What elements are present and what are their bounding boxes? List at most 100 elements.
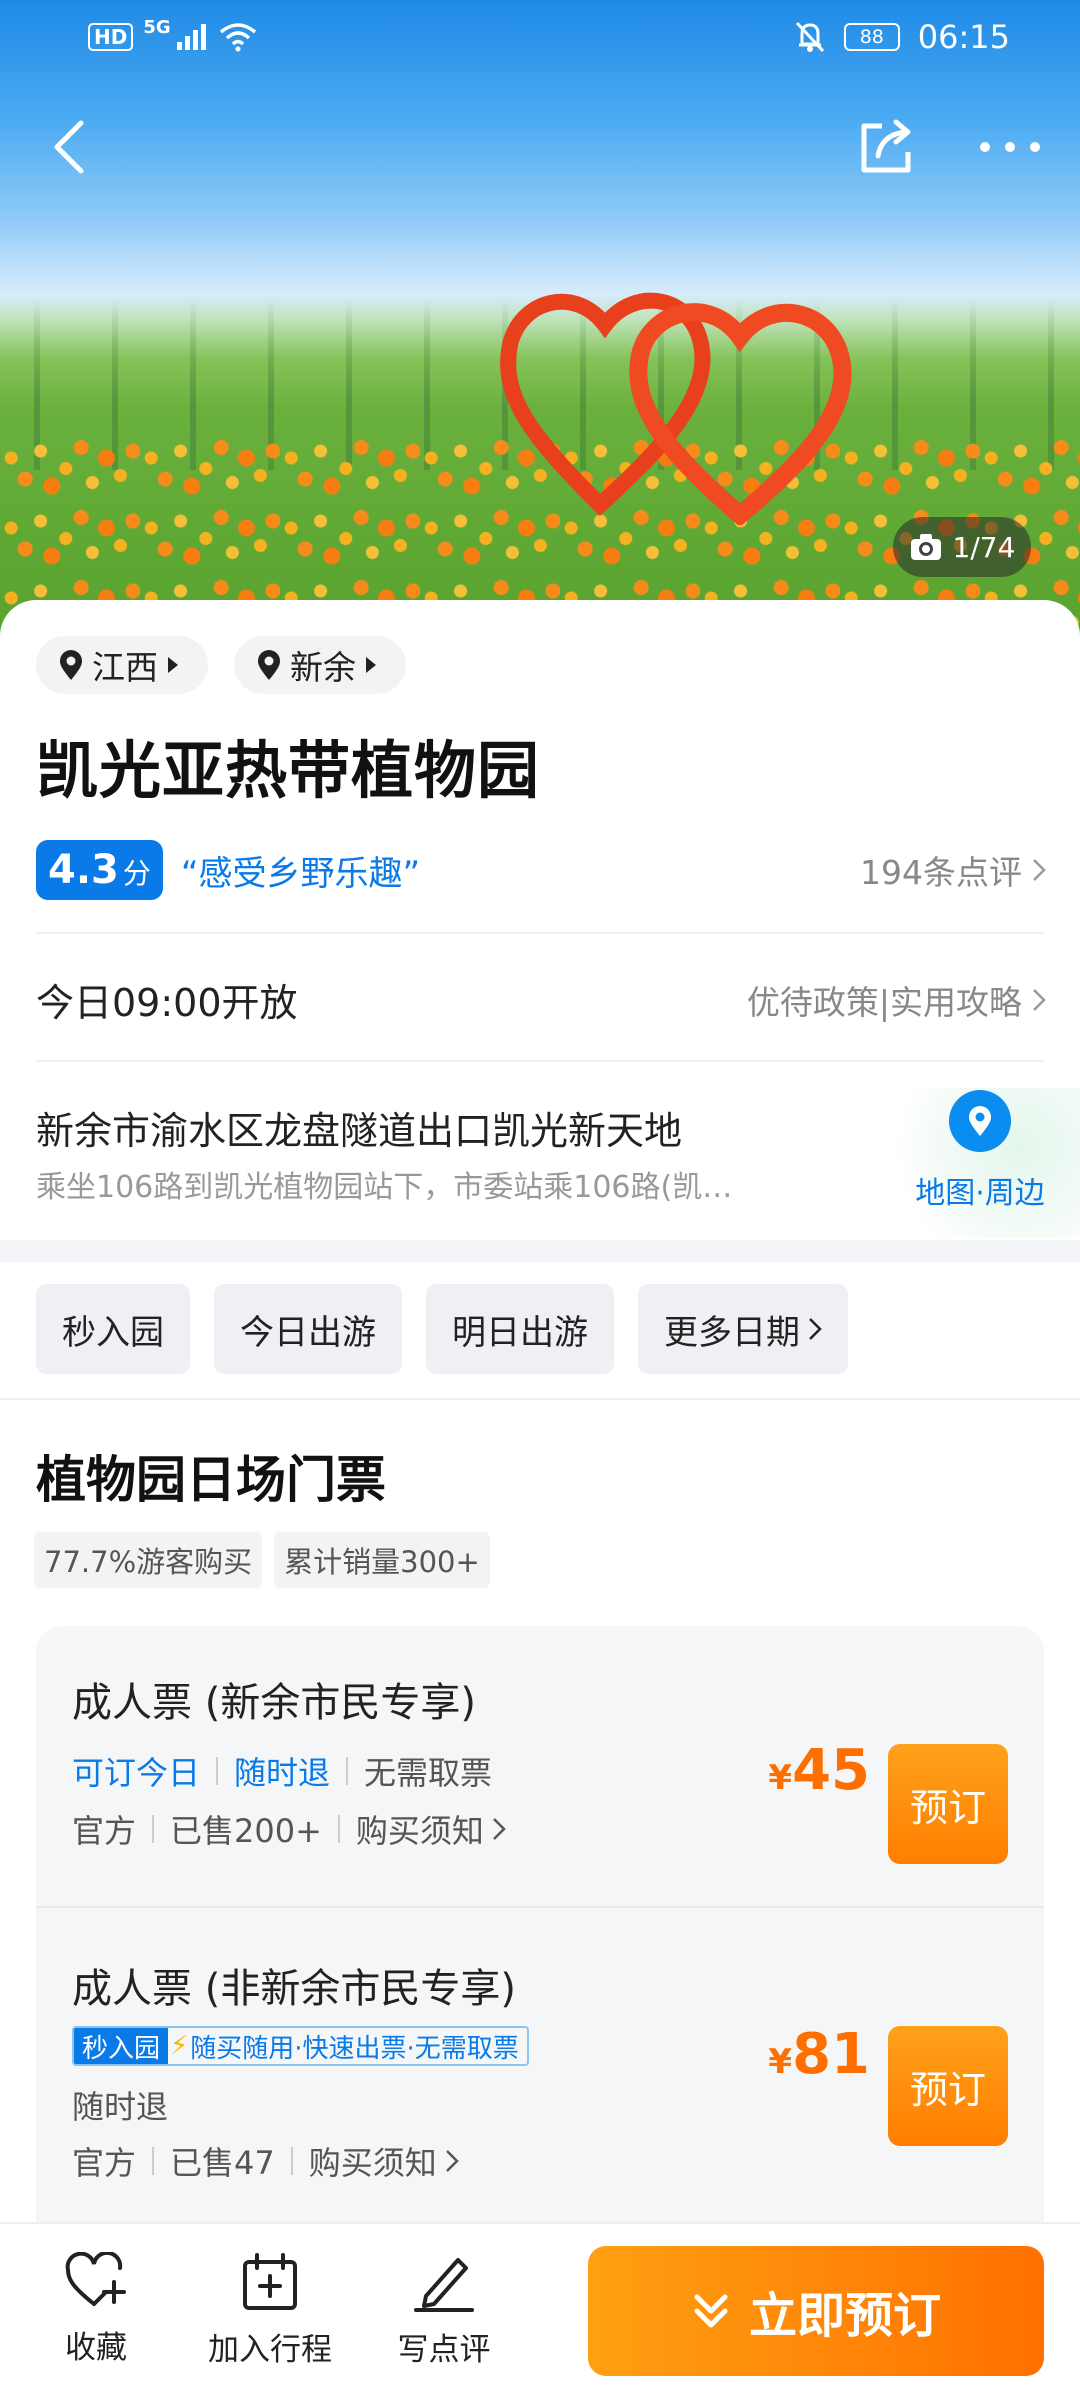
add-trip-label: 加入行程 <box>208 2332 332 2368</box>
ticket-name: 成人票 (非新余市民专享) <box>72 1966 516 2012</box>
feature-refund: 随时退 <box>234 1754 331 1792</box>
section-gap <box>0 1240 1080 1262</box>
separator <box>152 2147 155 2175</box>
map-nearby-button[interactable]: 地图·周边 <box>880 1088 1080 1238</box>
wifi-icon <box>219 23 256 52</box>
book-now-label: 立即预订 <box>748 2288 941 2344</box>
network-label: 5G <box>143 16 171 38</box>
purchase-notice-link[interactable]: 购买须知 <box>356 1806 484 1852</box>
share-icon <box>861 119 911 173</box>
info-card: 江西 新余 凯光亚热带植物园 4.3 分 “感受乡野乐趣” 194条点评 今日0… <box>0 600 1080 1240</box>
instant-entry-badge: 秒入园 ⚡ 随买随用·快速出票·无需取票 <box>72 2026 529 2066</box>
opening-hours: 今日09:00开放 <box>36 981 298 1025</box>
policy-label: 优待政策|实用攻略 <box>746 982 1022 1022</box>
policy-link[interactable]: 优待政策|实用攻略 <box>747 976 1046 1024</box>
bottom-action-bar: 收藏 加入行程 写点评 立即预订 <box>0 2222 1080 2400</box>
book-now-button[interactable]: 立即预订 <box>588 2246 1044 2376</box>
purchase-notice-link[interactable]: 购买须知 <box>309 2138 437 2184</box>
date-tabs: 秒入园 今日出游 明日出游 更多日期 <box>36 1284 848 1374</box>
more-button[interactable] <box>973 112 1047 182</box>
currency-symbol: ¥ <box>768 2042 793 2082</box>
hero-photo[interactable]: HD 5G 88 06:15 1/74 <box>0 0 1080 640</box>
rating-row[interactable]: 4.3 分 “感受乡野乐趣” 194条点评 <box>36 838 1046 902</box>
price-value: 81 <box>792 2022 870 2087</box>
ticket-source: 官方 <box>72 1812 137 1850</box>
add-trip-button[interactable]: 加入行程 <box>190 2252 350 2369</box>
region-breadcrumb: 江西 新余 <box>36 636 406 694</box>
tab-label: 今日出游 <box>240 1312 376 1353</box>
write-review-button[interactable]: 写点评 <box>364 2252 524 2369</box>
lightning-icon: ⚡ <box>170 2031 189 2061</box>
city-label: 新余 <box>290 648 356 687</box>
ticket-price: ¥ 81 <box>768 2022 870 2087</box>
heart-plus-icon <box>65 2252 126 2306</box>
chevron-right-icon <box>493 1818 506 1840</box>
province-chip[interactable]: 江西 <box>36 636 208 694</box>
calendar-plus-icon <box>243 2253 297 2310</box>
ticket-meta: 官方 已售47 购买须知 <box>72 2138 459 2184</box>
section-tags: 77.7%游客购买 累计销量300+ <box>34 1532 490 1588</box>
chevron-right-icon <box>445 2150 459 2172</box>
tab-more-dates[interactable]: 更多日期 <box>638 1284 848 1374</box>
address[interactable]: 新余市渝水区龙盘隧道出口凯光新天地 <box>36 1100 682 1155</box>
ticket-item[interactable]: 成人票 (新余市民专享) 可订今日 随时退 无需取票 官方 已售200+ 购买须… <box>36 1626 1044 1908</box>
tab-tomorrow[interactable]: 明日出游 <box>426 1284 614 1374</box>
currency-symbol: ¥ <box>768 1758 793 1798</box>
map-pin-icon <box>949 1090 1011 1152</box>
page-title: 凯光亚热带植物园 <box>36 734 541 807</box>
instant-entry-key: 秒入园 <box>74 2028 169 2064</box>
tab-instant-entry[interactable]: 秒入园 <box>36 1284 190 1374</box>
book-button[interactable]: 预订 <box>888 2026 1008 2146</box>
favorite-label: 收藏 <box>65 2330 127 2366</box>
tab-label: 更多日期 <box>664 1312 800 1353</box>
signal-icon <box>176 24 206 50</box>
ticket-name: 成人票 (新余市民专享) <box>72 1680 476 1726</box>
ticket-list: 成人票 (新余市民专享) 可订今日 随时退 无需取票 官方 已售200+ 购买须… <box>36 1626 1044 2226</box>
separator <box>337 1815 340 1843</box>
ticket-item[interactable]: 成人票 (非新余市民专享) 秒入园 ⚡ 随买随用·快速出票·无需取票 随时退 官… <box>36 1908 1044 2226</box>
separator <box>152 1815 155 1843</box>
caret-right-icon <box>366 657 376 673</box>
score-value: 4.3 <box>48 847 119 893</box>
feature-book-today: 可订今日 <box>72 1754 201 1792</box>
caret-right-icon <box>168 657 178 673</box>
score-unit: 分 <box>122 857 151 890</box>
back-button[interactable] <box>34 112 104 182</box>
ticket-features: 可订今日 随时退 无需取票 <box>72 1748 492 1794</box>
review-link[interactable]: 194条点评 <box>860 846 1046 894</box>
ticket-price: ¥ 45 <box>768 1738 870 1803</box>
divider <box>0 1398 1080 1400</box>
hours-row: 今日09:00开放 优待政策|实用攻略 <box>36 972 1046 1027</box>
heart-sculpture-image <box>500 292 852 525</box>
favorite-button[interactable]: 收藏 <box>16 2252 176 2367</box>
score-badge: 4.3 分 <box>36 840 163 900</box>
separator <box>216 1757 219 1785</box>
tab-today[interactable]: 今日出游 <box>214 1284 402 1374</box>
sales-volume-tag: 累计销量300+ <box>274 1532 490 1588</box>
transit-info: 乘坐106路到凯光植物园站下，市委站乘106路(凯… <box>36 1170 733 1205</box>
purchase-rate-tag: 77.7%游客购买 <box>34 1532 263 1588</box>
city-chip[interactable]: 新余 <box>234 636 406 694</box>
refund-policy: 随时退 <box>72 2088 169 2126</box>
share-button[interactable] <box>852 112 922 182</box>
more-dots-icon <box>980 142 1040 152</box>
ticket-source: 官方 <box>72 2144 137 2182</box>
divider <box>36 1060 1044 1062</box>
attraction-detail-page: HD 5G 88 06:15 1/74 江西 新余 凯光亚热带植物园 4.3 分… <box>0 0 1080 2400</box>
chevron-right-icon <box>1033 988 1046 1011</box>
instant-entry-badge-row: 秒入园 ⚡ 随买随用·快速出票·无需取票 <box>72 2026 529 2066</box>
double-chevron-down-icon <box>694 2294 728 2328</box>
hd-indicator: HD <box>88 23 134 51</box>
photo-count-label: 1/74 <box>952 530 1016 564</box>
chevron-right-icon <box>809 1318 822 1340</box>
book-button[interactable]: 预订 <box>888 1744 1008 1864</box>
feature-no-pickup: 无需取票 <box>364 1754 493 1792</box>
pen-icon <box>414 2258 474 2312</box>
ticket-sold: 已售47 <box>170 2144 275 2182</box>
review-count: 194条点评 <box>860 853 1022 892</box>
photo-counter[interactable]: 1/74 <box>893 517 1031 577</box>
ticket-sold: 已售200+ <box>170 1812 322 1850</box>
chevron-right-icon <box>1033 859 1046 881</box>
camera-icon <box>910 534 941 560</box>
chevron-left-icon <box>54 120 84 174</box>
